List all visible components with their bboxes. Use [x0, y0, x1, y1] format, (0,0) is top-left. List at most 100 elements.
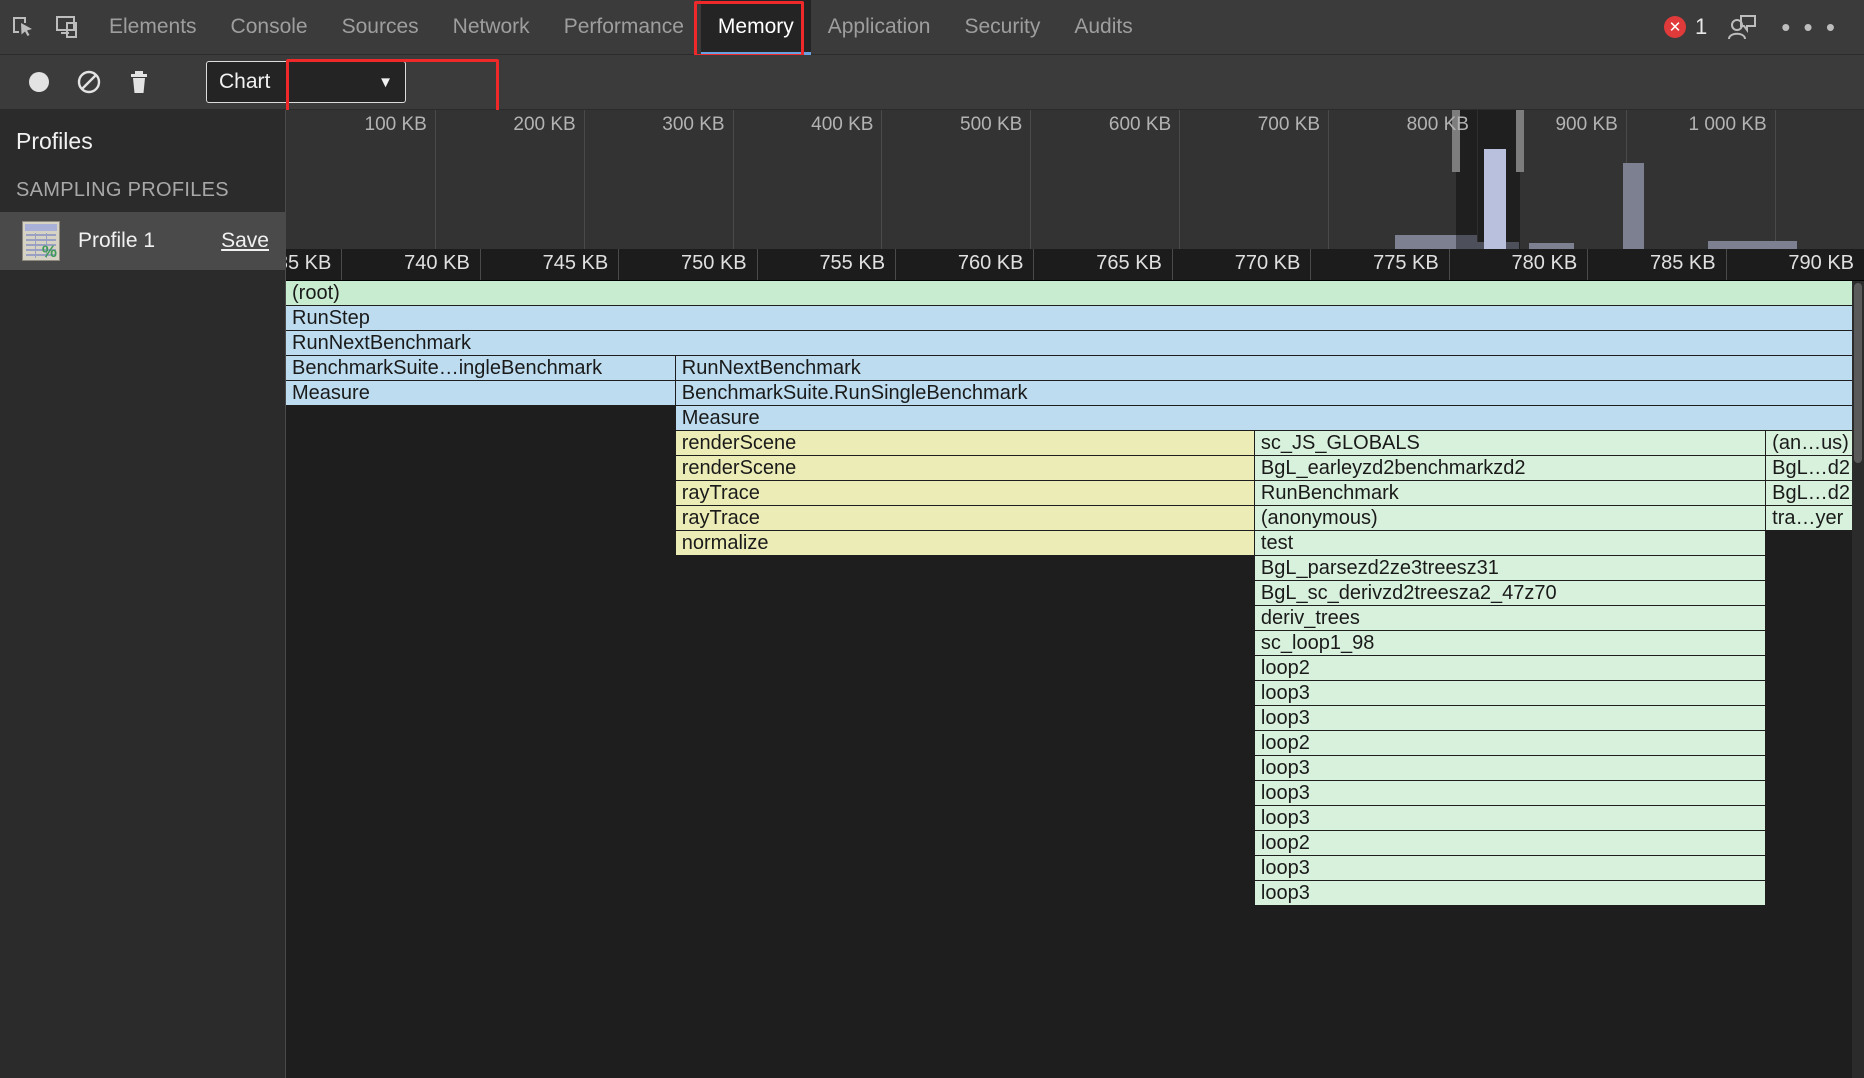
tab-performance[interactable]: Performance — [547, 0, 701, 55]
flame-frame[interactable]: sc_JS_GLOBALS — [1255, 431, 1766, 455]
overview-bar — [1623, 163, 1644, 249]
flame-frame[interactable]: sc_loop1_98 — [1255, 631, 1766, 655]
ruler-tick-label: 765 KB — [1096, 252, 1172, 275]
allocation-overview-chart[interactable]: 100 KB200 KB300 KB400 KB500 KB600 KB700 … — [286, 110, 1864, 249]
flame-frame[interactable]: RunStep — [286, 306, 1864, 330]
flame-frame[interactable]: loop3 — [1255, 681, 1766, 705]
flame-frame[interactable]: loop3 — [1255, 756, 1766, 780]
main-area: Profiles SAMPLING PROFILES % Profile 1 S… — [0, 110, 1864, 1078]
tab-network[interactable]: Network — [436, 0, 547, 55]
overview-tick-label: 600 KB — [1109, 114, 1179, 136]
flame-frame[interactable]: loop3 — [1255, 806, 1766, 830]
flame-frame[interactable]: deriv_trees — [1255, 606, 1766, 630]
error-count-label: 1 — [1695, 14, 1707, 40]
overview-gridline — [1775, 110, 1776, 249]
ruler-gridline — [1587, 249, 1588, 280]
flame-frame[interactable]: loop3 — [1255, 881, 1766, 905]
flame-frame[interactable]: loop2 — [1255, 731, 1766, 755]
flame-frame[interactable]: renderScene — [676, 431, 1255, 455]
tabbar-right-group: ✕ 1 • • • — [1664, 4, 1864, 50]
view-select[interactable]: Chart ▼ — [206, 61, 406, 103]
flame-frame[interactable]: loop2 — [1255, 656, 1766, 680]
flame-frame[interactable]: BgL_sc_derivzd2treesza2_47z70 — [1255, 581, 1766, 605]
overview-tick-label: 900 KB — [1555, 114, 1625, 136]
flame-frame[interactable]: loop2 — [1255, 831, 1766, 855]
ruler-tick-label: 785 KB — [1650, 252, 1726, 275]
ruler-tick-label: 740 KB — [404, 252, 480, 275]
person-feedback-icon[interactable] — [1719, 4, 1765, 50]
flame-frame[interactable]: (anonymous) — [1255, 506, 1766, 530]
flame-frame[interactable]: rayTrace — [676, 481, 1255, 505]
flame-frame[interactable]: test — [1255, 531, 1766, 555]
ruler-gridline — [1726, 249, 1727, 280]
profile-save-link[interactable]: Save — [221, 229, 269, 253]
clear-button[interactable] — [64, 57, 114, 107]
error-count-badge[interactable]: ✕ 1 — [1664, 14, 1707, 40]
error-glyph: ✕ — [1669, 20, 1682, 35]
ruler-gridline — [757, 249, 758, 280]
flame-frame[interactable]: RunBenchmark — [1255, 481, 1766, 505]
overview-tick-label: 1 000 KB — [1689, 114, 1775, 136]
overview-tick-label: 800 KB — [1407, 114, 1477, 136]
flame-frame[interactable]: rayTrace — [676, 506, 1255, 530]
flame-frame[interactable]: BgL_parsezd2ze3treesz31 — [1255, 556, 1766, 580]
selection-handle-right[interactable] — [1516, 110, 1524, 172]
overview-gridline — [1179, 110, 1180, 249]
flame-frame[interactable]: renderScene — [676, 456, 1255, 480]
tab-audits[interactable]: Audits — [1057, 0, 1149, 55]
ruler-gridline — [1449, 249, 1450, 280]
flame-frame[interactable]: loop3 — [1255, 856, 1766, 880]
flame-frame[interactable]: RunNextBenchmark — [676, 356, 1864, 380]
flame-chart-ruler: 735 KB740 KB745 KB750 KB755 KB760 KB765 … — [286, 249, 1864, 281]
flame-frame[interactable]: BenchmarkSuite.RunSingleBenchmark — [676, 381, 1864, 405]
overview-tick-label: 400 KB — [811, 114, 881, 136]
ruler-gridline — [1033, 249, 1034, 280]
tab-sources[interactable]: Sources — [325, 0, 436, 55]
vertical-scrollbar[interactable] — [1852, 281, 1864, 1078]
overview-tick-label: 700 KB — [1258, 114, 1328, 136]
tab-label: Console — [231, 15, 308, 39]
ruler-gridline — [618, 249, 619, 280]
tab-console[interactable]: Console — [214, 0, 325, 55]
tab-label: Audits — [1074, 15, 1132, 39]
tab-label: Elements — [109, 15, 197, 39]
overview-gridline — [733, 110, 734, 249]
more-options-icon[interactable]: • • • — [1777, 12, 1842, 43]
profile-grid-percent-icon: % — [22, 221, 60, 261]
flame-frame[interactable]: BgL_earleyzd2benchmarkzd2 — [1255, 456, 1766, 480]
overview-selected-bar — [1484, 149, 1506, 249]
sidebar-item-profile-1[interactable]: % Profile 1 Save — [0, 212, 285, 270]
tab-security[interactable]: Security — [947, 0, 1057, 55]
view-select-value: Chart — [219, 70, 270, 94]
flame-frame[interactable]: Measure — [676, 406, 1864, 430]
sidebar-section-sampling-profiles: SAMPLING PROFILES — [0, 171, 285, 212]
tab-elements[interactable]: Elements — [92, 0, 214, 55]
scrollbar-thumb[interactable] — [1854, 283, 1862, 463]
flame-frame[interactable]: BgL…d2 — [1766, 456, 1864, 480]
flame-chart[interactable]: (root)RunStepRunNextBenchmarkBenchmarkSu… — [286, 281, 1864, 1078]
error-icon: ✕ — [1664, 16, 1686, 38]
flame-frame[interactable]: loop3 — [1255, 781, 1766, 805]
flame-frame[interactable]: BgL…d2 — [1766, 481, 1864, 505]
inspect-element-icon[interactable] — [0, 4, 46, 50]
tab-memory[interactable]: Memory — [701, 0, 811, 55]
ruler-tick-label: 750 KB — [681, 252, 757, 275]
flame-frame[interactable]: normalize — [676, 531, 1255, 555]
delete-button[interactable] — [114, 57, 164, 107]
flame-frame[interactable]: (an…us) — [1766, 431, 1864, 455]
flame-frame[interactable]: (root) — [286, 281, 1864, 305]
overview-gridline — [584, 110, 585, 249]
overview-tick-label: 200 KB — [513, 114, 583, 136]
tab-application[interactable]: Application — [811, 0, 948, 55]
overview-tick-label: 500 KB — [960, 114, 1030, 136]
flame-frame[interactable]: loop3 — [1255, 706, 1766, 730]
flame-frame[interactable]: BenchmarkSuite…ingleBenchmark — [286, 356, 676, 380]
overview-bar — [1708, 241, 1797, 249]
flame-frame[interactable]: tra…yer — [1766, 506, 1864, 530]
device-toolbar-icon[interactable] — [46, 4, 92, 50]
flame-frame[interactable]: Measure — [286, 381, 676, 405]
flame-frame[interactable]: RunNextBenchmark — [286, 331, 1864, 355]
ruler-gridline — [1310, 249, 1311, 280]
record-button[interactable] — [14, 57, 64, 107]
tab-label: Application — [828, 15, 931, 39]
